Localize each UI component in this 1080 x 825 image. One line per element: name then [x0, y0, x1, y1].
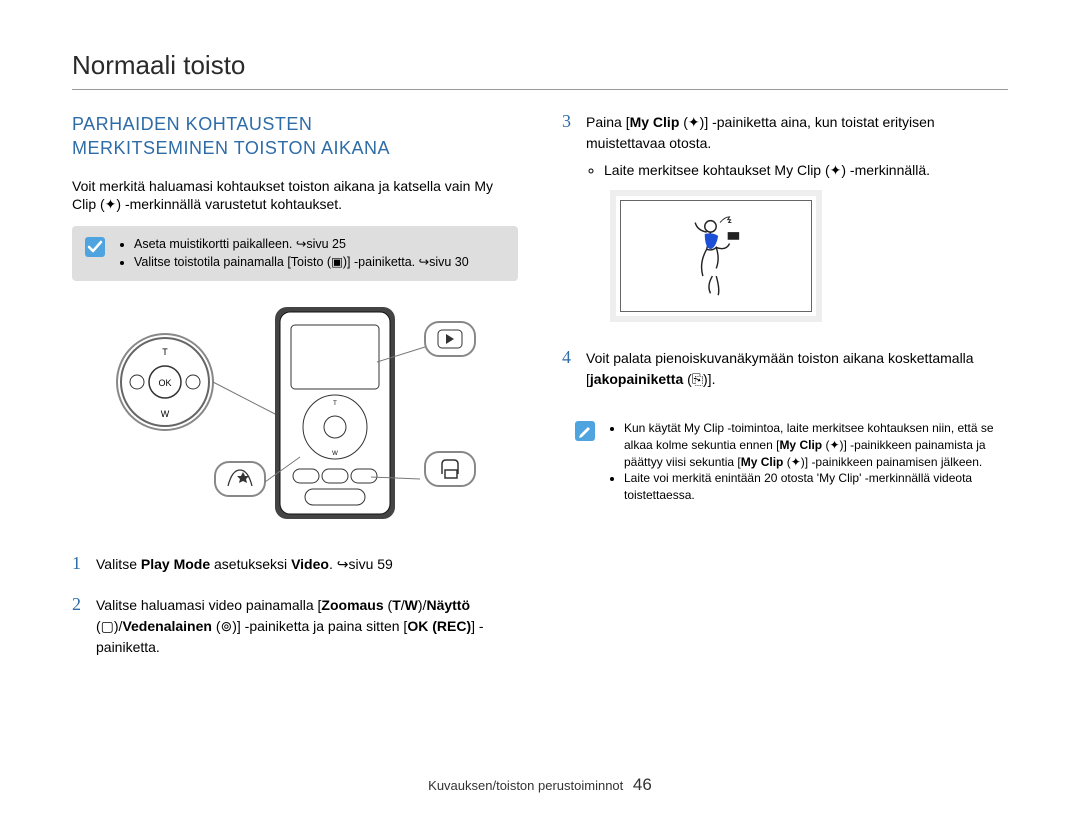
heading-line-2: MERKITSEMINEN TOISTON AIKANA — [72, 138, 390, 158]
svg-text:W: W — [332, 451, 338, 457]
divider — [72, 89, 1008, 90]
callout-2-list: Kun käytät My Clip -toimintoa, laite mer… — [608, 420, 996, 504]
step-2-text: Valitse haluamasi video painamalla [Zoom… — [96, 595, 518, 658]
step-3-bullet: Laite merkitsee kohtaukset My Clip (✦) -… — [604, 160, 1008, 181]
right-column: 3 Paina [My Clip (✦)] -painiketta aina, … — [562, 112, 1008, 678]
svg-text:W: W — [161, 409, 170, 419]
footer-section-label: Kuvauksen/toiston perustoiminnot — [428, 778, 623, 793]
callout-2-item: Laite voi merkitä enintään 20 otosta 'My… — [624, 470, 996, 504]
svg-text:OK: OK — [158, 378, 171, 388]
page-number: 46 — [633, 775, 652, 794]
step-number: 4 — [562, 348, 586, 396]
step-1-text: Valitse Play Mode asetukseksi Video. ↪si… — [96, 554, 518, 575]
step-3: 3 Paina [My Clip (✦)] -painiketta aina, … — [562, 112, 1008, 334]
step-4-text: Voit palata pienoiskuvanäkymään toiston … — [586, 348, 1008, 390]
two-column-layout: PARHAIDEN KOHTAUSTEN MERKITSEMINEN TOIST… — [72, 112, 1008, 678]
pencil-note-icon — [574, 420, 596, 448]
left-column: PARHAIDEN KOHTAUSTEN MERKITSEMINEN TOIST… — [72, 112, 518, 678]
step-3-text: Paina [My Clip (✦)] -painiketta aina, ku… — [586, 112, 1008, 154]
page: Normaali toisto PARHAIDEN KOHTAUSTEN MER… — [0, 0, 1080, 718]
svg-text:T: T — [162, 347, 168, 357]
device-illustration: OK T W T — [72, 297, 518, 532]
screenshot-thumbnail — [610, 190, 822, 322]
note-callout-1: Aseta muistikortti paikalleen. ↪sivu 25 … — [72, 226, 518, 281]
heading-line-1: PARHAIDEN KOHTAUSTEN — [72, 114, 312, 134]
callout-1-item: Aseta muistikortti paikalleen. ↪sivu 25 — [134, 236, 469, 254]
intro-text: Voit merkitä haluamasi kohtaukset toisto… — [72, 177, 518, 215]
step-number: 3 — [562, 112, 586, 334]
svg-text:T: T — [333, 401, 337, 407]
step-number: 1 — [72, 554, 96, 581]
step-number: 2 — [72, 595, 96, 664]
step-2: 2 Valitse haluamasi video painamalla [Zo… — [72, 595, 518, 664]
left-steps: 1 Valitse Play Mode asetukseksi Video. ↪… — [72, 554, 518, 664]
section-heading: PARHAIDEN KOHTAUSTEN MERKITSEMINEN TOIST… — [72, 112, 518, 161]
callout-2-item: Kun käytät My Clip -toimintoa, laite mer… — [624, 420, 996, 470]
step-1: 1 Valitse Play Mode asetukseksi Video. ↪… — [72, 554, 518, 581]
step-4: 4 Voit palata pienoiskuvanäkymään toisto… — [562, 348, 1008, 396]
page-footer: Kuvauksen/toiston perustoiminnot 46 — [0, 775, 1080, 795]
callout-1-item: Valitse toistotila painamalla [Toisto (▣… — [134, 254, 469, 272]
right-steps: 3 Paina [My Clip (✦)] -painiketta aina, … — [562, 112, 1008, 396]
check-icon — [84, 236, 106, 258]
callout-1-list: Aseta muistikortti paikalleen. ↪sivu 25 … — [118, 236, 469, 271]
note-callout-2: Kun käytät My Clip -toimintoa, laite mer… — [562, 410, 1008, 514]
page-title: Normaali toisto — [72, 50, 1008, 81]
